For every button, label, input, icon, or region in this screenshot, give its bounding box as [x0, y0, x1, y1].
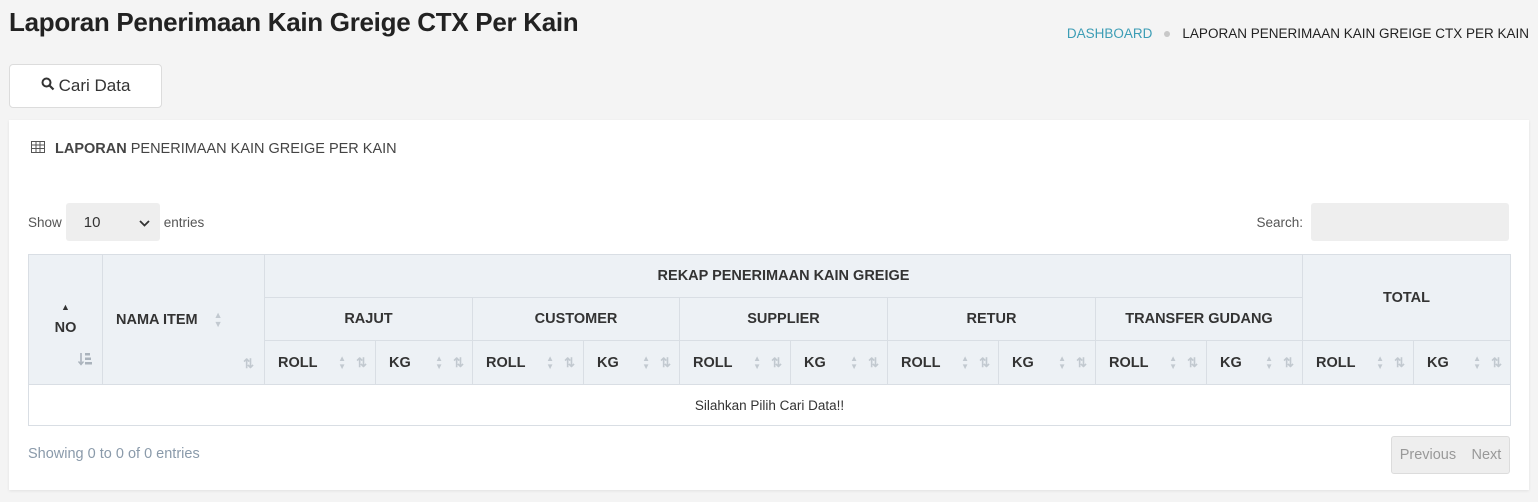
search-icon: [41, 76, 55, 96]
sort-both-icon: ▲ ▼: [642, 354, 651, 371]
sort-arrows-icon: ⇅: [564, 355, 575, 370]
col-header-retur-kg[interactable]: KG ▲ ▼ ⇅: [999, 341, 1096, 385]
show-label: Show: [28, 214, 62, 230]
sort-asc-icon: ▲: [61, 302, 70, 312]
sort-both-icon: ▲ ▼: [435, 354, 444, 371]
breadcrumb-current: LAPORAN PENERIMAAN KAIN GREIGE CTX PER K…: [1182, 26, 1529, 41]
next-page-button[interactable]: Next: [1471, 447, 1501, 463]
col-header-transfer-gudang-roll[interactable]: ROLL ▲ ▼ ⇅: [1096, 341, 1207, 385]
entries-label: entries: [163, 214, 205, 230]
sort-both-icon: ▲ ▼: [1265, 354, 1274, 371]
sort-arrows-icon: ⇅: [660, 355, 671, 370]
sort-arrows-icon: ⇅: [771, 355, 782, 370]
entries-select-value: 10: [83, 213, 101, 231]
sort-both-icon: ▲ ▼: [1169, 354, 1178, 371]
sort-arrows-icon: ⇅: [979, 355, 990, 370]
sort-both-icon: ▲ ▼: [961, 354, 970, 371]
group-header-rekap: REKAP PENERIMAAN KAIN GREIGE: [265, 255, 1303, 298]
table-search-control: Search:: [1256, 203, 1509, 241]
table-info: Showing 0 to 0 of 0 entries: [28, 446, 200, 462]
sort-arrows-icon: ⇅: [1187, 355, 1198, 370]
col-header-rajut-roll[interactable]: ROLL ▲ ▼ ⇅: [265, 341, 376, 385]
col-header-customer-roll[interactable]: ROLL ▲ ▼ ⇅: [473, 341, 584, 385]
table-icon: [31, 141, 45, 157]
pagination: Previous Next: [1391, 436, 1510, 474]
col-header-total-roll[interactable]: ROLL ▲ ▼ ⇅: [1303, 341, 1414, 385]
col-header-no[interactable]: ▲ NO: [29, 255, 103, 385]
sort-arrows-icon: ⇅: [1283, 355, 1294, 370]
table-search-input[interactable]: [1311, 203, 1509, 241]
col-header-transfer-gudang-kg[interactable]: KG ▲ ▼ ⇅: [1207, 341, 1303, 385]
sort-both-icon: ▲ ▼: [1376, 354, 1385, 371]
cari-data-button[interactable]: Cari Data: [9, 64, 162, 108]
panel-title-bold: LAPORAN: [55, 141, 127, 157]
group-header-customer: CUSTOMER: [473, 298, 680, 341]
entries-length-control: Show 10 entries: [28, 203, 204, 241]
empty-table-message: Silahkan Pilih Cari Data!!: [29, 385, 1510, 425]
sort-both-icon: ▲ ▼: [1058, 354, 1067, 371]
breadcrumb-separator: [1164, 30, 1171, 37]
sort-arrows-icon: ⇅: [356, 355, 367, 370]
page-title: Laporan Penerimaan Kain Greige CTX Per K…: [9, 7, 579, 37]
group-header-rajut: RAJUT: [265, 298, 473, 341]
report-table: ▲ NO NAMA ITEM ▲ ▼ ⇅ REKAP PENERIMAAN KAI…: [28, 254, 1511, 426]
sort-both-icon: ▲ ▼: [1473, 354, 1482, 371]
group-header-retur: RETUR: [888, 298, 1096, 341]
entries-select[interactable]: 10: [65, 203, 160, 241]
sort-both-icon: ▲ ▼: [850, 354, 859, 371]
search-label: Search:: [1256, 214, 1303, 230]
col-header-rajut-kg[interactable]: KG ▲ ▼ ⇅: [376, 341, 473, 385]
sort-arrows-icon: ⇅: [868, 355, 879, 370]
sort-arrows-icon: ⇅: [1394, 355, 1405, 370]
col-header-total-kg[interactable]: KG ▲ ▼ ⇅: [1414, 341, 1510, 385]
group-header-supplier: SUPPLIER: [680, 298, 888, 341]
sort-arrows-icon: ⇅: [243, 356, 254, 371]
breadcrumb-dashboard-link[interactable]: DASHBOARD: [1067, 26, 1153, 41]
col-no-label: NO: [54, 320, 77, 336]
sort-numeric-icon: [77, 352, 92, 370]
group-header-total: TOTAL: [1303, 255, 1510, 341]
col-header-nama-item[interactable]: NAMA ITEM ▲ ▼ ⇅: [103, 255, 265, 385]
sort-both-icon: ▲ ▼: [213, 310, 223, 329]
col-header-supplier-roll[interactable]: ROLL ▲ ▼ ⇅: [680, 341, 791, 385]
sort-arrows-icon: ⇅: [453, 355, 464, 370]
group-header-transfer-gudang: TRANSFER GUDANG: [1096, 298, 1303, 341]
panel-title-rest: PENERIMAAN KAIN GREIGE PER KAIN: [130, 141, 397, 157]
col-header-retur-roll[interactable]: ROLL ▲ ▼ ⇅: [888, 341, 999, 385]
sort-both-icon: ▲ ▼: [338, 354, 347, 371]
report-panel: LAPORAN PENERIMAAN KAIN GREIGE PER KAIN …: [9, 120, 1529, 490]
sort-arrows-icon: ⇅: [1076, 355, 1087, 370]
col-header-supplier-kg[interactable]: KG ▲ ▼ ⇅: [791, 341, 888, 385]
previous-page-button[interactable]: Previous: [1400, 447, 1456, 463]
col-header-customer-kg[interactable]: KG ▲ ▼ ⇅: [584, 341, 680, 385]
panel-header: LAPORAN PENERIMAAN KAIN GREIGE PER KAIN: [31, 141, 397, 157]
col-nama-item-label: NAMA ITEM: [116, 311, 198, 328]
sort-arrows-icon: ⇅: [1491, 355, 1502, 370]
cari-data-label: Cari Data: [58, 76, 131, 95]
sort-both-icon: ▲ ▼: [546, 354, 555, 371]
sort-both-icon: ▲ ▼: [753, 354, 762, 371]
breadcrumb: DASHBOARD LAPORAN PENERIMAAN KAIN GREIGE…: [1067, 26, 1529, 41]
chevron-down-icon: [139, 214, 150, 231]
